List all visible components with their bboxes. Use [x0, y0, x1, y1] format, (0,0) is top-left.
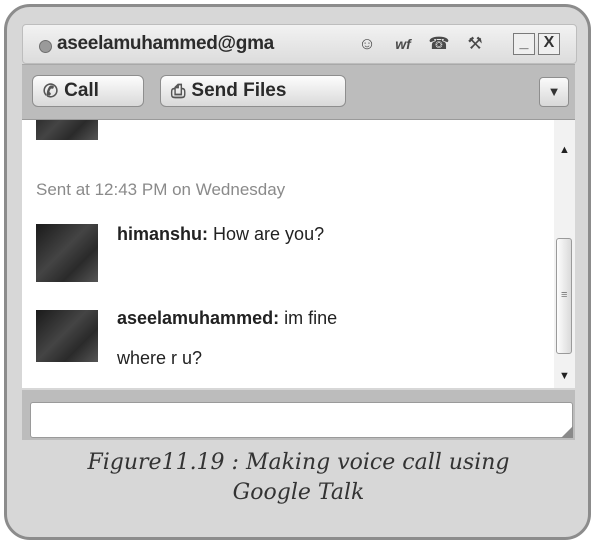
- phone-handset-icon: ✆: [43, 80, 59, 101]
- caption-line-2: Google Talk: [232, 480, 365, 505]
- avatar: [36, 310, 98, 362]
- menu-dropdown-button[interactable]: ▼: [539, 77, 569, 107]
- call-button-label: Call: [64, 80, 99, 101]
- chat-scrollbar[interactable]: ▲ ≡ ▼: [554, 120, 575, 388]
- avatar: [36, 224, 98, 282]
- scroll-up-icon[interactable]: ▲: [554, 140, 575, 160]
- avatar: [36, 120, 98, 140]
- message-input[interactable]: [30, 402, 573, 438]
- message-sender: aseelamuhammed:: [117, 308, 280, 328]
- chat-message-line: where r u?: [117, 348, 203, 368]
- call-button[interactable]: ✆ Call: [32, 75, 144, 107]
- title-bar[interactable]: aseelamuhammed@gma ☺ wf ☎ ⚒ _ X: [22, 24, 577, 64]
- smiley-icon[interactable]: ☺: [356, 33, 378, 55]
- minimize-button[interactable]: _: [513, 33, 535, 55]
- toolbar: ✆ Call ⎙ Send Files ▼: [22, 64, 575, 120]
- grip-icon: ≡: [561, 289, 568, 301]
- message-text: im fine: [284, 308, 338, 328]
- wrench-icon[interactable]: ⚒: [464, 33, 486, 55]
- chat-message: himanshu: How are you?: [117, 224, 324, 245]
- send-files-button[interactable]: ⎙ Send Files: [160, 75, 346, 107]
- chat-message: aseelamuhammed: im fine: [117, 308, 337, 329]
- caption-line-1: Figure11.19 : Making voice call using: [87, 450, 510, 475]
- phone-icon[interactable]: ☎: [428, 33, 450, 55]
- input-area: [22, 390, 575, 440]
- scroll-down-icon[interactable]: ▼: [554, 366, 575, 386]
- message-timestamp: Sent at 12:43 PM on Wednesday: [36, 180, 286, 199]
- wf-icon[interactable]: wf: [392, 33, 414, 55]
- send-files-label: Send Files: [191, 80, 287, 101]
- window-title: aseelamuhammed@gma: [57, 33, 274, 54]
- resize-grip-icon[interactable]: [561, 426, 573, 438]
- chat-history[interactable]: Sent at 12:43 PM on Wednesday himanshu: …: [22, 120, 575, 388]
- message-sender: himanshu:: [117, 224, 209, 244]
- message-text: How are you?: [213, 224, 325, 244]
- close-button[interactable]: X: [538, 33, 560, 55]
- status-dot-icon[interactable]: [39, 40, 52, 53]
- files-icon: ⎙: [171, 80, 186, 101]
- google-talk-window: aseelamuhammed@gma ☺ wf ☎ ⚒ _ X ✆ Call ⎙…: [22, 24, 591, 440]
- scroll-thumb[interactable]: ≡: [556, 238, 572, 354]
- figure-caption: Figure11.19 : Making voice call using Go…: [0, 448, 597, 508]
